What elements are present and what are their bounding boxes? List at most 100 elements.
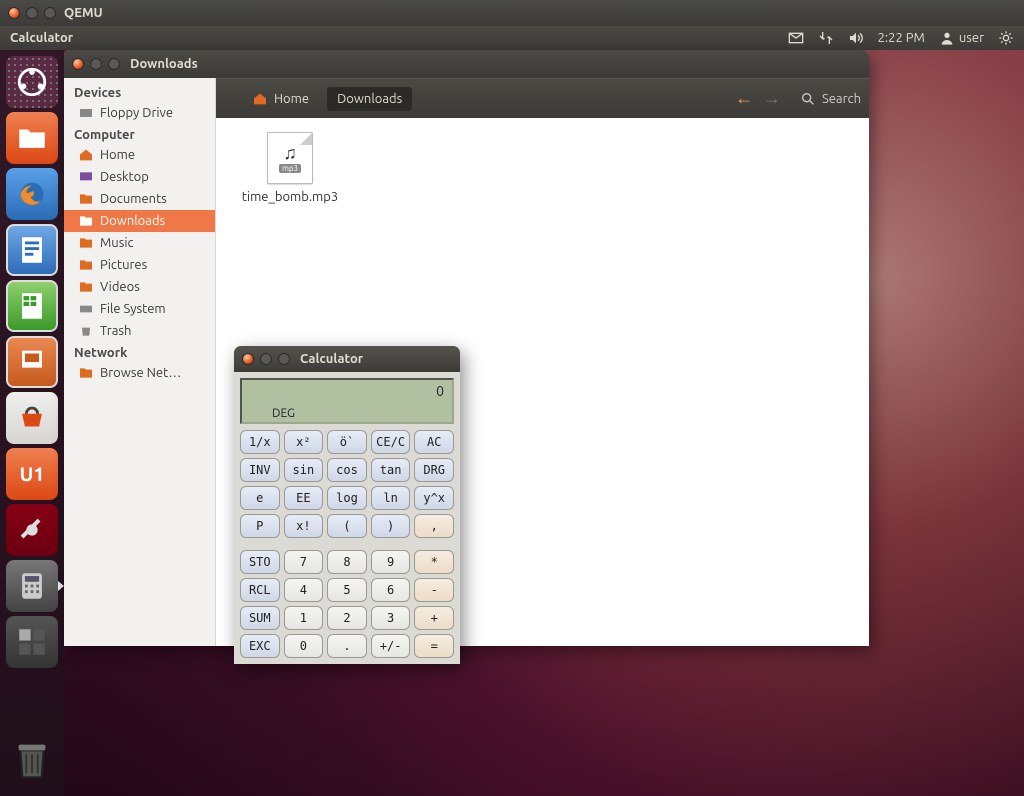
calc-key-drg[interactable]: DRG: [414, 458, 454, 482]
calc-key-exc[interactable]: EXC: [240, 634, 280, 658]
launcher-software-center[interactable]: [6, 392, 58, 444]
qemu-close-button[interactable]: [8, 7, 20, 19]
sidebar-item-home[interactable]: Home: [64, 144, 215, 166]
clock[interactable]: 2:22 PM: [878, 31, 925, 45]
calc-key-inv[interactable]: INV: [240, 458, 280, 482]
mp3-file-icon: ♫ mp3: [267, 132, 313, 184]
calc-key-ac[interactable]: AC: [414, 430, 454, 454]
calc-key-cec[interactable]: CE/C: [371, 430, 411, 454]
calc-key-2[interactable]: 2: [327, 606, 367, 630]
calc-key-[interactable]: ö`: [327, 430, 367, 454]
calc-key-6[interactable]: 6: [371, 578, 411, 602]
calc-key-[interactable]: +/-: [371, 634, 411, 658]
qemu-minimize-button[interactable]: [26, 7, 38, 19]
user-menu[interactable]: user: [939, 30, 984, 46]
calc-key-5[interactable]: 5: [327, 578, 367, 602]
sidebar-item-label: Home: [100, 148, 135, 162]
launcher-impress[interactable]: [6, 336, 58, 388]
sidebar-item-pictures[interactable]: Pictures: [64, 254, 215, 276]
sidebar-item-music[interactable]: Music: [64, 232, 215, 254]
files-maximize-button[interactable]: [108, 58, 120, 70]
search-button[interactable]: Search: [800, 91, 861, 107]
search-label: Search: [822, 92, 861, 106]
sidebar-item-documents[interactable]: Documents: [64, 188, 215, 210]
calc-key-[interactable]: -: [414, 578, 454, 602]
sound-indicator-icon[interactable]: [848, 30, 864, 46]
calc-close-button[interactable]: [242, 353, 254, 365]
calc-key-0[interactable]: 0: [284, 634, 324, 658]
calc-key-9[interactable]: 9: [371, 550, 411, 574]
calc-key-x[interactable]: x!: [284, 514, 324, 538]
launcher-workspace[interactable]: [6, 616, 58, 668]
calc-key-cos[interactable]: cos: [327, 458, 367, 482]
calc-key-7[interactable]: 7: [284, 550, 324, 574]
file-item[interactable]: ♫ mp3 time_bomb.mp3: [230, 132, 350, 204]
calc-key-3[interactable]: 3: [371, 606, 411, 630]
calc-key-[interactable]: .: [327, 634, 367, 658]
calc-key-sum[interactable]: SUM: [240, 606, 280, 630]
sidebar-item-videos[interactable]: Videos: [64, 276, 215, 298]
launcher-files[interactable]: [6, 112, 58, 164]
calc-key-4[interactable]: 4: [284, 578, 324, 602]
breadcrumb-label: Downloads: [337, 92, 402, 106]
files-toolbar: Home Downloads ← → Search: [216, 78, 869, 118]
launcher-ubuntu-one[interactable]: U1: [6, 448, 58, 500]
calc-key-1[interactable]: 1: [284, 606, 324, 630]
network-indicator-icon[interactable]: [818, 30, 834, 46]
calc-key-sto[interactable]: STO: [240, 550, 280, 574]
calc-key-tan[interactable]: tan: [371, 458, 411, 482]
files-minimize-button[interactable]: [90, 58, 102, 70]
calc-key-rcl[interactable]: RCL: [240, 578, 280, 602]
sidebar-item-filesystem[interactable]: File System: [64, 298, 215, 320]
launcher-settings[interactable]: [6, 504, 58, 556]
breadcrumb-current[interactable]: Downloads: [327, 87, 412, 111]
sidebar-item-label: File System: [100, 302, 166, 316]
calc-key-sin[interactable]: sin: [284, 458, 324, 482]
calc-key-ee[interactable]: EE: [284, 486, 324, 510]
sidebar-header-computer: Computer: [64, 124, 215, 144]
launcher-trash[interactable]: [6, 734, 58, 786]
calc-key-e[interactable]: e: [240, 486, 280, 510]
calculator-mode: DEG: [272, 407, 295, 420]
calculator-title: Calculator: [300, 352, 363, 366]
sidebar-item-browse-network[interactable]: Browse Net…: [64, 362, 215, 384]
launcher-firefox[interactable]: [6, 168, 58, 220]
calc-key-8[interactable]: 8: [327, 550, 367, 574]
file-name-label: time_bomb.mp3: [242, 190, 338, 204]
calc-key-log[interactable]: log: [327, 486, 367, 510]
session-indicator-icon[interactable]: [998, 30, 1014, 46]
unity-launcher: U1: [0, 50, 64, 796]
sidebar-item-label: Floppy Drive: [100, 106, 173, 120]
files-sidebar: Devices Floppy Drive Computer Home Deskt…: [64, 78, 216, 646]
calc-key-[interactable]: ,: [414, 514, 454, 538]
calc-key-yx[interactable]: y^x: [414, 486, 454, 510]
nav-forward-button[interactable]: →: [762, 88, 782, 109]
calc-key-x[interactable]: x²: [284, 430, 324, 454]
mail-indicator-icon[interactable]: [788, 30, 804, 46]
launcher-calc-sheet[interactable]: [6, 280, 58, 332]
calc-key-[interactable]: *: [414, 550, 454, 574]
calculator-titlebar[interactable]: Calculator: [234, 346, 460, 372]
files-close-button[interactable]: [72, 58, 84, 70]
sidebar-item-trash[interactable]: Trash: [64, 320, 215, 342]
calc-key-1x[interactable]: 1/x: [240, 430, 280, 454]
qemu-maximize-button[interactable]: [44, 7, 56, 19]
calc-key-[interactable]: +: [414, 606, 454, 630]
calc-key-[interactable]: ): [371, 514, 411, 538]
calculator-keypad: 1/xx²ö`CE/CAC INVsincostanDRG eEEloglny^x P…: [240, 430, 454, 658]
sidebar-item-desktop[interactable]: Desktop: [64, 166, 215, 188]
sidebar-item-floppy[interactable]: Floppy Drive: [64, 102, 215, 124]
nav-back-button[interactable]: ←: [734, 88, 754, 109]
breadcrumb-home[interactable]: Home: [242, 86, 319, 112]
calc-key-p[interactable]: P: [240, 514, 280, 538]
sidebar-item-downloads[interactable]: Downloads: [64, 210, 215, 232]
calc-key-[interactable]: (: [327, 514, 367, 538]
launcher-dash[interactable]: [6, 56, 58, 108]
calc-minimize-button[interactable]: [260, 353, 272, 365]
files-titlebar[interactable]: Downloads: [64, 50, 869, 78]
calc-maximize-button[interactable]: [278, 353, 290, 365]
launcher-writer[interactable]: [6, 224, 58, 276]
calc-key-[interactable]: =: [414, 634, 454, 658]
calc-key-ln[interactable]: ln: [371, 486, 411, 510]
launcher-calculator[interactable]: [6, 560, 58, 612]
